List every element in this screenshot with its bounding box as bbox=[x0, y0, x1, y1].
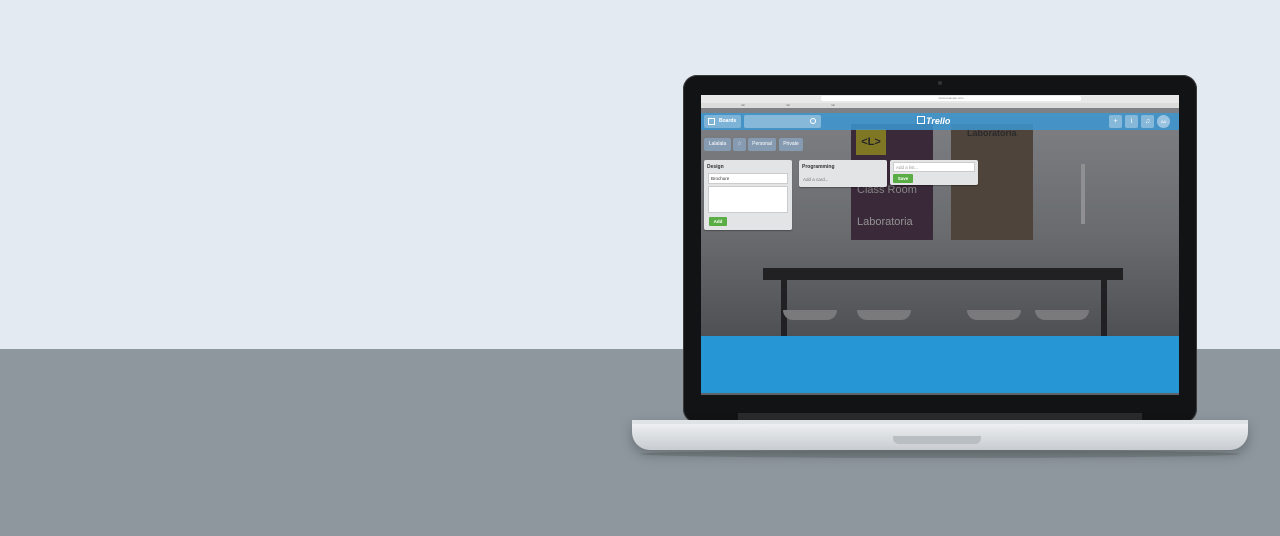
logo-text: Trello bbox=[926, 116, 951, 126]
list-title: Design bbox=[707, 164, 724, 170]
laptop-notch bbox=[893, 436, 981, 444]
boards-button[interactable]: Boards bbox=[704, 115, 741, 128]
laptop-shadow bbox=[640, 450, 1240, 458]
search-input[interactable] bbox=[744, 115, 821, 128]
laptop-camera bbox=[938, 81, 942, 85]
trello-logo[interactable]: Trello bbox=[917, 116, 950, 126]
trello-app: <L> Class Room Laboratoria Laboratoria B… bbox=[701, 108, 1179, 395]
new-list-form: Add a list... Save bbox=[890, 160, 978, 185]
laptop-base bbox=[632, 420, 1248, 450]
add-button[interactable]: Add bbox=[709, 217, 727, 226]
new-card-textarea[interactable] bbox=[708, 186, 788, 213]
search-icon bbox=[810, 118, 816, 124]
board-name-button[interactable]: Lalalala bbox=[704, 138, 731, 151]
add-card-link[interactable]: Add a card... bbox=[803, 177, 829, 182]
laptop-base-edge bbox=[632, 420, 1248, 424]
list-programming: Programming Add a card... bbox=[799, 160, 887, 187]
add-button[interactable]: + bbox=[1109, 115, 1122, 128]
list-design: Design Brochure Add bbox=[704, 160, 792, 230]
laptop-screen: www.example.com tab tab tab <L> Class Ro… bbox=[701, 95, 1179, 395]
trello-logo-icon bbox=[917, 116, 925, 124]
card-brochure[interactable]: Brochure bbox=[708, 173, 788, 184]
boards-label: Boards bbox=[719, 118, 737, 124]
app-header: Boards Trello + i ♫ AA bbox=[701, 113, 1179, 130]
boards-icon bbox=[708, 118, 715, 125]
avatar[interactable]: AA bbox=[1157, 115, 1170, 128]
address-bar[interactable]: www.example.com bbox=[821, 96, 1081, 101]
add-list-input[interactable]: Add a list... bbox=[893, 162, 975, 172]
board-tag-personal[interactable]: Personal bbox=[748, 138, 776, 151]
star-icon[interactable]: ☆ bbox=[733, 138, 746, 151]
list-title: Programming bbox=[802, 164, 835, 170]
info-button[interactable]: i bbox=[1125, 115, 1138, 128]
footer-band bbox=[701, 336, 1179, 393]
board-tag-private[interactable]: Private bbox=[779, 138, 803, 151]
save-button[interactable]: Save bbox=[893, 174, 913, 183]
notifications-button[interactable]: ♫ bbox=[1141, 115, 1154, 128]
